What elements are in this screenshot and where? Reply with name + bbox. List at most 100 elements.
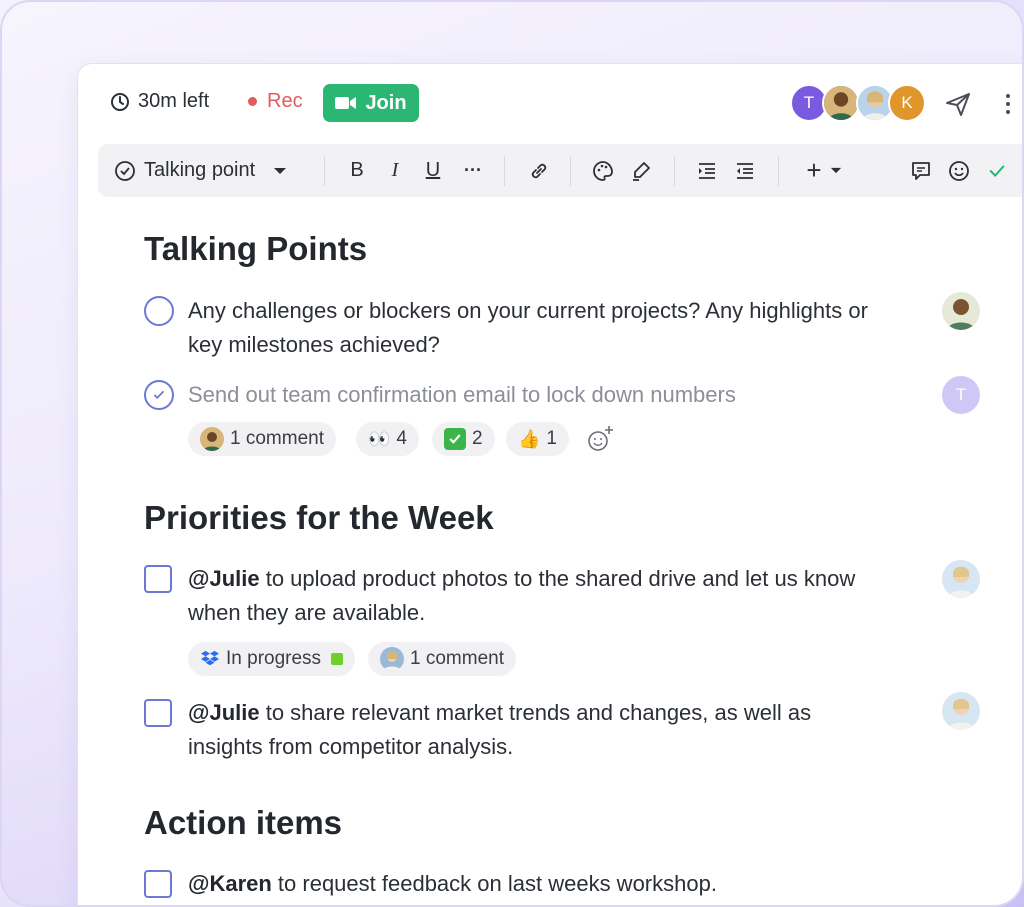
priority-text-body: to upload product photos to the shared d… xyxy=(188,566,856,625)
divider xyxy=(504,156,505,186)
recording-indicator[interactable]: Rec xyxy=(248,90,303,113)
talking-point-item[interactable]: Send out team confirmation email to lock… xyxy=(144,378,884,418)
eyes-icon: 👀 xyxy=(368,428,391,449)
block-type-dropdown[interactable]: Talking point xyxy=(114,144,304,197)
highlighter-icon xyxy=(633,161,650,181)
avatar[interactable]: K xyxy=(888,84,926,122)
timer-label: 30m left xyxy=(138,90,210,112)
checkmark-icon xyxy=(989,164,1005,177)
reaction-chip-check[interactable]: 2 xyxy=(432,422,495,456)
avatar[interactable] xyxy=(822,84,860,122)
palette-icon xyxy=(593,160,613,181)
priority-checkbox[interactable] xyxy=(144,565,172,593)
italic-button[interactable]: I xyxy=(382,144,408,197)
talking-point-checkbox[interactable] xyxy=(144,296,174,326)
dropbox-icon xyxy=(201,650,219,666)
status-label: In progress xyxy=(226,648,322,669)
talking-point-checkbox[interactable] xyxy=(144,380,174,410)
assignee-avatar[interactable] xyxy=(942,292,980,330)
clock-icon xyxy=(111,92,129,111)
action-item[interactable]: @Karen to request feedback on last weeks… xyxy=(144,867,884,905)
comment-chip[interactable]: 1 comment xyxy=(188,422,336,456)
insert-dropdown[interactable]: + xyxy=(798,144,850,197)
assignee-avatar[interactable] xyxy=(942,692,980,730)
section-title: Talking Points xyxy=(144,230,368,267)
priority-checkbox[interactable] xyxy=(144,699,172,727)
person-photo-icon xyxy=(200,427,224,451)
divider xyxy=(778,156,779,186)
divider xyxy=(674,156,675,186)
join-button[interactable]: Join xyxy=(323,84,419,122)
comment-chip[interactable]: 1 comment xyxy=(368,642,516,676)
indent-button[interactable] xyxy=(692,144,722,197)
person-photo-icon xyxy=(858,86,892,120)
comment-chip-label: 1 comment xyxy=(410,648,504,669)
status-chip[interactable]: In progress xyxy=(188,642,356,676)
participant-avatars[interactable]: T K xyxy=(790,84,930,124)
more-format-button[interactable]: ··· xyxy=(458,144,488,197)
reaction-chip-thumbs[interactable]: 👍 1 xyxy=(506,422,569,456)
action-item-checkbox[interactable] xyxy=(144,870,172,898)
person-photo-icon xyxy=(942,292,980,330)
join-label: Join xyxy=(365,91,407,114)
link-button[interactable] xyxy=(524,144,554,197)
mention[interactable]: @Julie xyxy=(188,566,260,591)
status-square-icon xyxy=(331,653,344,665)
rec-dot-icon xyxy=(248,97,257,106)
reaction-count: 1 xyxy=(546,428,557,449)
mention[interactable]: @Karen xyxy=(188,871,272,896)
priority-item[interactable]: @Julie to upload product photos to the s… xyxy=(144,562,884,632)
checkmark-icon xyxy=(153,390,165,399)
reaction-count: 2 xyxy=(472,428,483,449)
person-photo-icon xyxy=(380,647,404,671)
chevron-down-icon xyxy=(830,167,841,174)
section-title: Action items xyxy=(144,804,343,841)
person-photo-icon xyxy=(942,560,980,598)
priority-text[interactable]: @Julie to share relevant market trends a… xyxy=(188,696,888,764)
priority-text[interactable]: @Julie to upload product photos to the s… xyxy=(188,562,888,630)
avatar xyxy=(200,427,224,451)
block-type-label: Talking point xyxy=(144,159,256,181)
assignee-avatar[interactable] xyxy=(942,560,980,598)
talking-point-text[interactable]: Send out team confirmation email to lock… xyxy=(188,378,888,412)
divider xyxy=(324,156,325,186)
add-reaction-icon[interactable] xyxy=(584,422,618,456)
timer: 30m left xyxy=(110,90,209,113)
bold-button[interactable]: B xyxy=(344,144,370,197)
outdent-button[interactable] xyxy=(730,144,760,197)
mention[interactable]: @Julie xyxy=(188,700,260,725)
thumbs-up-icon: 👍 xyxy=(518,428,541,449)
action-item-text[interactable]: @Karen to request feedback on last weeks… xyxy=(188,867,888,901)
check-mark-button-icon xyxy=(444,428,466,450)
more-vertical-icon[interactable] xyxy=(998,92,1018,116)
reaction-chip-eyes[interactable]: 👀 4 xyxy=(356,422,419,456)
talking-point-item[interactable]: Any challenges or blockers on your curre… xyxy=(144,294,884,364)
indent-icon xyxy=(699,162,715,179)
add-label: + xyxy=(806,155,822,185)
rec-label: Rec xyxy=(267,90,303,112)
app-frame: 30m left Rec Join T K Talking point B I … xyxy=(0,0,1024,907)
person-photo-icon xyxy=(824,86,858,120)
meeting-header: 30m left Rec Join T K xyxy=(78,64,1022,142)
confirm-button[interactable] xyxy=(982,144,1012,197)
bold-label: B xyxy=(350,159,364,181)
person-photo-icon xyxy=(942,692,980,730)
underline-button[interactable]: U xyxy=(420,144,446,197)
action-item-text-body: to request feedback on last weeks worksh… xyxy=(271,871,717,896)
more-label: ··· xyxy=(464,160,482,180)
video-camera-icon xyxy=(335,97,357,109)
priority-text-body: to share relevant market trends and chan… xyxy=(188,700,812,759)
emoji-button[interactable] xyxy=(944,144,974,197)
comment-button[interactable] xyxy=(906,144,936,197)
underline-label: U xyxy=(425,159,441,181)
formatting-toolbar: Talking point B I U ··· + xyxy=(98,144,1022,197)
color-button[interactable] xyxy=(588,144,618,197)
priority-item[interactable]: @Julie to share relevant market trends a… xyxy=(144,696,884,766)
highlight-button[interactable] xyxy=(626,144,656,197)
talking-point-text[interactable]: Any challenges or blockers on your curre… xyxy=(188,294,888,362)
check-circle-icon xyxy=(115,160,135,181)
send-icon[interactable] xyxy=(944,90,972,118)
meeting-notes-card: 30m left Rec Join T K Talking point B I … xyxy=(78,64,1022,905)
assignee-avatar[interactable]: T xyxy=(942,376,980,414)
italic-label: I xyxy=(391,159,399,181)
